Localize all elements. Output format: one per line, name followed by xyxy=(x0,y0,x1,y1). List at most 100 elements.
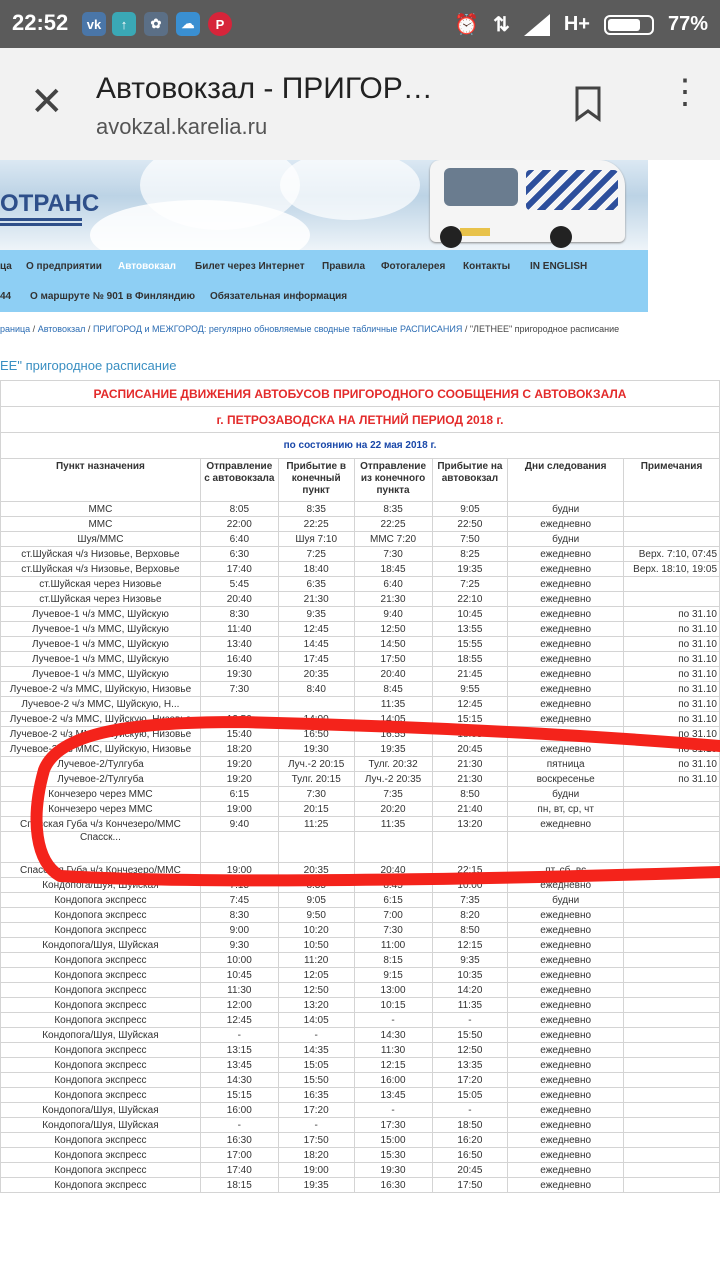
table-cell: 18:05 xyxy=(431,726,509,742)
table-cell xyxy=(623,1027,720,1043)
table-cell: по 31.10 xyxy=(623,771,720,787)
table-cell xyxy=(623,801,720,817)
nav-item-bus-station[interactable]: Автовокзал xyxy=(118,261,176,272)
table-cell xyxy=(623,907,720,923)
table-cell: ежедневно xyxy=(507,651,625,667)
table-cell: 14:45 xyxy=(277,636,355,652)
table-cell xyxy=(623,831,720,863)
nav-item-phone[interactable]: 44 xyxy=(0,291,11,302)
table-cell: ежедневно xyxy=(507,982,625,998)
table-cell: Кондопога экспресс xyxy=(0,1162,201,1178)
table-cell: ежедневно xyxy=(507,1102,625,1118)
table-cell: 18:45 xyxy=(353,561,433,577)
table-cell: ежедневно xyxy=(507,907,625,923)
column-header: Прибытие на автовокзал xyxy=(431,458,509,502)
column-header-row: Пункт назначения Отправление с автовокза… xyxy=(0,458,720,502)
table-cell: ежедневно xyxy=(507,877,625,893)
more-menu-icon[interactable]: ⋮ xyxy=(668,75,702,109)
table-cell: 20:40 xyxy=(353,862,433,878)
table-cell xyxy=(623,1177,720,1193)
table-cell: Луч.-2 20:15 xyxy=(277,756,355,772)
table-cell xyxy=(623,892,720,908)
table-cell: 12:45 xyxy=(277,621,355,637)
table-cell: 7:15 xyxy=(199,877,279,893)
table-cell: 7:35 xyxy=(431,892,509,908)
nav-item-online-ticket[interactable]: Билет через Интернет xyxy=(195,261,305,272)
nav-item-gallery[interactable]: Фотогалерея xyxy=(381,261,445,272)
table-row: Кондопога экспресс 8:30 9:50 7:00 8:20 ежедне… xyxy=(0,907,720,923)
table-cell: 16:20 xyxy=(431,1132,509,1148)
table-cell: 20:35 xyxy=(277,666,355,682)
table-cell: Спасская Губа ч/з Кончезеро/ММС xyxy=(0,816,201,832)
table-cell: ежедневно xyxy=(507,952,625,968)
nav-item-mandatory-info[interactable]: Обязательная информация xyxy=(210,291,347,302)
table-cell: 14:00 xyxy=(277,711,355,727)
table-cell xyxy=(623,1147,720,1163)
table-cell: Лучевое-1 ч/з ММС, Шуйскую xyxy=(0,606,201,622)
table-cell: 18:40 xyxy=(277,561,355,577)
table-cell: 20:15 xyxy=(277,801,355,817)
table-cell: - xyxy=(277,1117,355,1133)
nav-item-home[interactable]: ца xyxy=(0,261,12,272)
table-cell: ежедневно xyxy=(507,636,625,652)
nav-item-about[interactable]: О предприятии xyxy=(26,261,102,272)
table-cell: по 31.10 xyxy=(623,666,720,682)
table-row: ст.Шуйская через Низовье 20:40 21:30 21:30 2… xyxy=(0,591,720,607)
nav-item-english[interactable]: IN ENGLISH xyxy=(530,261,587,272)
table-cell: 16:00 xyxy=(353,1072,433,1088)
table-cell: 8:45 xyxy=(353,681,433,697)
table-row: Шуя/ММС 6:40 Шуя 7:10 ММС 7:20 7:50 будни xyxy=(0,531,720,547)
table-cell: ежедневно xyxy=(507,711,625,727)
breadcrumb-schedules[interactable]: ПРИГОРОД и МЕЖГОРОД: регулярно обновляем… xyxy=(93,324,462,334)
table-cell xyxy=(623,501,720,517)
table-cell: 18:55 xyxy=(431,651,509,667)
table-cell: 11:35 xyxy=(431,997,509,1013)
table-row: ст.Шуйская ч/з Низовье, Верховье 6:30 7:25… xyxy=(0,546,720,562)
nav-item-contacts[interactable]: Контакты xyxy=(463,261,510,272)
table-cell: - xyxy=(431,1012,509,1028)
table-cell: пт, сб, вс xyxy=(507,862,625,878)
table-cell: 22:15 xyxy=(431,862,509,878)
table-cell: 21:30 xyxy=(277,591,355,607)
table-cell: 19:00 xyxy=(199,801,279,817)
bookmark-icon[interactable] xyxy=(574,86,602,122)
breadcrumb-bus-station[interactable]: Автовокзал xyxy=(38,324,86,334)
schedule-title-row: РАСПИСАНИЕ ДВИЖЕНИЯ АВТОБУСОВ ПРИГОРОДНО… xyxy=(0,380,720,407)
table-cell xyxy=(623,1042,720,1058)
close-icon[interactable]: ✕ xyxy=(30,82,64,122)
table-cell: 14:20 xyxy=(431,982,509,998)
table-cell: 14:35 xyxy=(277,1042,355,1058)
schedule-date: по состоянию на 22 мая 2018 г. xyxy=(0,432,720,459)
table-row: Кондопога экспресс 13:45 15:05 12:15 13:35 еж… xyxy=(0,1057,720,1073)
breadcrumb-home[interactable]: раница xyxy=(0,324,30,334)
table-cell: Кондопога/Шуя, Шуйская xyxy=(0,937,201,953)
table-cell: 22:25 xyxy=(277,516,355,532)
table-cell: ежедневно xyxy=(507,997,625,1013)
table-cell: 20:35 xyxy=(277,862,355,878)
table-cell: 8:40 xyxy=(277,681,355,697)
table-cell: 17:50 xyxy=(353,651,433,667)
table-cell: ежедневно xyxy=(507,816,625,832)
table-cell: 11:00 xyxy=(353,937,433,953)
table-cell xyxy=(507,831,625,863)
table-cell: 9:35 xyxy=(277,606,355,622)
nav-item-route-901[interactable]: О маршруте № 901 в Финляндию xyxy=(30,291,195,302)
table-cell: ежедневно xyxy=(507,741,625,757)
table-cell: ежедневно xyxy=(507,576,625,592)
table-cell: 16:30 xyxy=(199,1132,279,1148)
table-cell: ежедневно xyxy=(507,516,625,532)
nav-item-rules[interactable]: Правила xyxy=(322,261,365,272)
site-logo[interactable]: ОТРАНС xyxy=(0,190,99,218)
table-cell: Кондопога экспресс xyxy=(0,922,201,938)
table-cell: 16:50 xyxy=(431,1147,509,1163)
site-navigation: ца О предприятии Автовокзал Билет через … xyxy=(0,250,648,312)
table-cell: 17:50 xyxy=(431,1177,509,1193)
table-cell: 14:50 xyxy=(353,636,433,652)
table-cell: Лучевое-2 ч/з ММС, Шуйскую, Низовье xyxy=(0,711,201,727)
table-row: ст.Шуйская через Низовье 5:45 6:35 6:40 7:25… xyxy=(0,576,720,592)
table-row: Кондопога/Шуя, Шуйская - -17:30 18:50 ежедне… xyxy=(0,1117,720,1133)
table-cell: 11:30 xyxy=(353,1042,433,1058)
table-cell: по 31.10 xyxy=(623,726,720,742)
table-row: Лучевое-1 ч/з ММС, Шуйскую 13:40 14:45 14:5… xyxy=(0,636,720,652)
table-cell: 8:50 xyxy=(431,786,509,802)
